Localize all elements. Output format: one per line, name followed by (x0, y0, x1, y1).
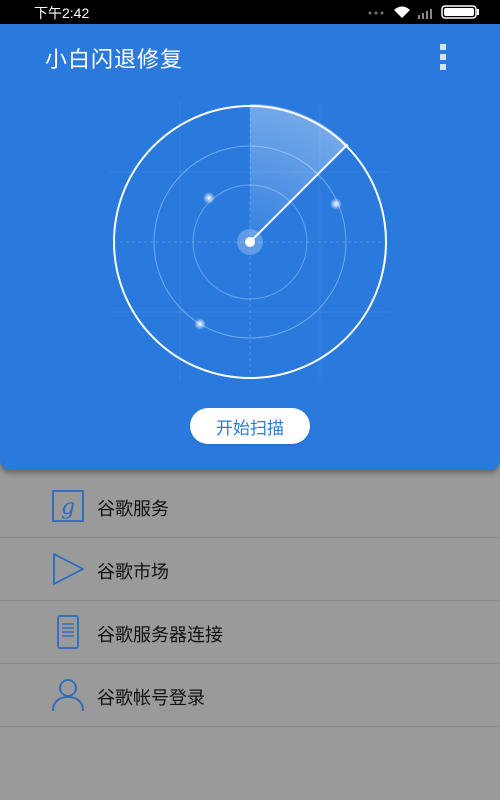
status-icons (368, 5, 479, 19)
radar-blip (203, 192, 215, 204)
play-store-icon (53, 553, 84, 585)
battery-icon (441, 5, 479, 19)
radar-blip (330, 198, 342, 210)
radar-sweep (250, 103, 348, 242)
menu-item-google-play[interactable]: 谷歌市场 (0, 538, 500, 601)
menu-item-label: 谷歌服务 (97, 499, 169, 520)
menu-item-account-login[interactable]: 谷歌帐号登录 (0, 664, 500, 727)
status-time: 下午2:42 (34, 5, 90, 21)
radar-scanner (110, 102, 390, 382)
google-g-icon: g (52, 490, 84, 522)
app-title: 小白闪退修复 (45, 48, 184, 73)
menu-item-label: 谷歌帐号登录 (97, 688, 205, 709)
menu-item-label: 谷歌市场 (97, 562, 169, 583)
menu-item-google-services[interactable]: g 谷歌服务 (0, 475, 500, 538)
menu-item-label: 谷歌服务器连接 (97, 625, 223, 646)
start-scan-button[interactable]: 开始扫描 (190, 408, 310, 444)
status-bar: 下午2:42 (0, 0, 500, 24)
more-options-icon[interactable] (439, 44, 447, 72)
menu-list: g 谷歌服务 谷歌市场 谷歌服务器连接 谷歌帐号登录 (0, 475, 500, 727)
menu-item-server-connection[interactable]: 谷歌服务器连接 (0, 601, 500, 664)
svg-text:g: g (61, 495, 75, 520)
server-icon (57, 615, 79, 649)
notification-dots-icon (368, 11, 384, 15)
user-account-icon (52, 679, 84, 712)
radar-center-dot (245, 237, 255, 247)
wifi-icon (394, 6, 410, 18)
radar-blip (194, 318, 206, 330)
signal-icon (418, 9, 432, 19)
header-card: 小白闪退修复 开始扫描 (0, 24, 500, 470)
